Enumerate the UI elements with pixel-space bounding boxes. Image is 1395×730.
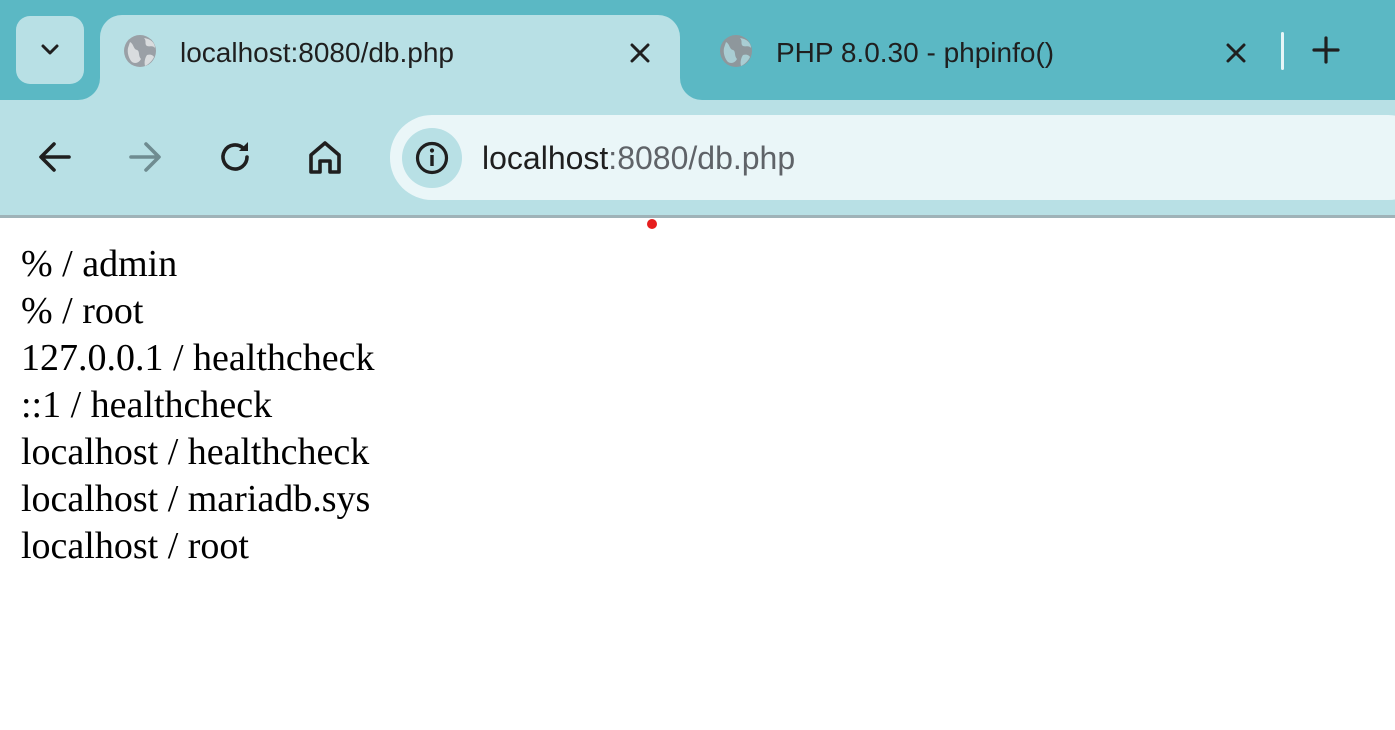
tab-strip: localhost:8080/db.php PHP 8.0.30 - phpin… bbox=[0, 0, 1395, 100]
list-item: ::1 / healthcheck bbox=[21, 384, 273, 426]
home-button[interactable] bbox=[301, 133, 349, 181]
reload-button[interactable] bbox=[211, 133, 259, 181]
plus-icon bbox=[1312, 36, 1340, 64]
tab-phpinfo[interactable]: PHP 8.0.30 - phpinfo() bbox=[700, 15, 1260, 100]
back-button[interactable] bbox=[31, 133, 79, 181]
tab-search-button[interactable] bbox=[16, 16, 84, 84]
tab-close-button[interactable] bbox=[1218, 35, 1254, 71]
chevron-down-icon bbox=[41, 44, 59, 55]
tab-divider bbox=[1281, 32, 1284, 70]
site-info-button[interactable] bbox=[402, 128, 462, 188]
list-item: localhost / root bbox=[21, 525, 249, 567]
new-tab-button[interactable] bbox=[1304, 28, 1348, 72]
list-item: 127.0.0.1 / healthcheck bbox=[21, 337, 375, 379]
arrow-left-icon bbox=[39, 142, 71, 172]
cursor-dot bbox=[647, 219, 657, 229]
home-icon bbox=[309, 141, 341, 174]
url-text[interactable]: localhost:8080/db.php bbox=[482, 139, 795, 177]
page-content: % / admin % / root 127.0.0.1 / healthche… bbox=[0, 218, 1395, 730]
url-host: localhost bbox=[482, 140, 609, 176]
browser-window: localhost:8080/db.php PHP 8.0.30 - phpin… bbox=[0, 0, 1395, 730]
forward-button[interactable] bbox=[121, 133, 169, 181]
reload-icon bbox=[221, 142, 249, 171]
list-item: localhost / mariadb.sys bbox=[21, 478, 371, 520]
globe-icon bbox=[720, 35, 752, 67]
tab-db-php[interactable]: localhost:8080/db.php bbox=[100, 15, 680, 100]
close-icon bbox=[1226, 43, 1246, 63]
toolbar: localhost:8080/db.php bbox=[0, 100, 1395, 218]
user-list: % / admin % / root 127.0.0.1 / healthche… bbox=[21, 241, 375, 570]
list-item: % / root bbox=[21, 290, 144, 332]
tab-title: PHP 8.0.30 - phpinfo() bbox=[776, 37, 1055, 68]
url-path: :8080/db.php bbox=[608, 140, 796, 176]
globe-icon bbox=[124, 35, 156, 67]
info-icon bbox=[415, 141, 449, 175]
close-icon bbox=[630, 43, 650, 63]
tab-close-button[interactable] bbox=[622, 35, 658, 71]
address-bar[interactable]: localhost:8080/db.php bbox=[390, 115, 1395, 200]
tab-title: localhost:8080/db.php bbox=[180, 37, 454, 68]
arrow-right-icon bbox=[129, 142, 161, 172]
list-item: % / admin bbox=[21, 243, 178, 285]
list-item: localhost / healthcheck bbox=[21, 431, 370, 473]
